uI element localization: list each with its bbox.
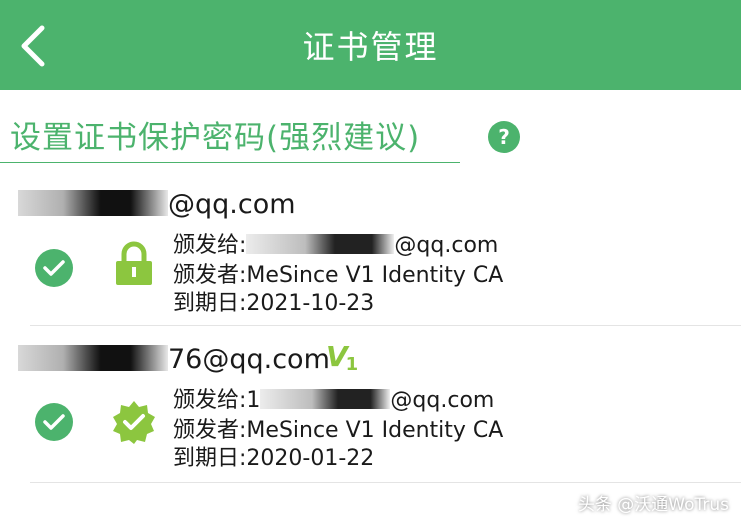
certificate-item[interactable]: 76@qq.com V1 颁发给:1 @qq.com 颁发者:MeSince V1… — [0, 330, 741, 482]
cert-expiry: 到期日:2021-10-23 — [173, 291, 375, 316]
lock-icon — [116, 241, 152, 285]
verified-badge-icon — [113, 401, 155, 444]
redacted-text — [18, 345, 168, 371]
cert-issued-to: 颁发给: @qq.com — [173, 233, 499, 258]
watermark: 头条 @沃通WoTrus — [577, 495, 729, 515]
divider — [30, 325, 741, 326]
redacted-text — [246, 234, 395, 254]
redacted-text — [18, 190, 168, 216]
help-icon[interactable]: ? — [488, 121, 520, 153]
divider — [30, 482, 741, 483]
cert-issued-to: 颁发给:1 @qq.com — [173, 388, 495, 413]
cert-email: 76@qq.com — [18, 344, 330, 375]
redacted-text — [260, 389, 391, 409]
set-password-label: 设置证书保护密码(强烈建议) — [10, 119, 421, 156]
set-password-row[interactable]: 设置证书保护密码(强烈建议) — [0, 106, 460, 163]
cert-email: @qq.com — [18, 189, 296, 220]
check-circle-icon[interactable] — [35, 249, 73, 287]
v1-logo: V1 — [326, 340, 358, 375]
certificate-item[interactable]: @qq.com 颁发给: @qq.com 颁发者:MeSince V1 Ident… — [0, 175, 741, 327]
cert-expiry: 到期日:2020-01-22 — [173, 446, 375, 471]
page-title: 证书管理 — [302, 28, 439, 66]
check-circle-icon[interactable] — [35, 403, 73, 441]
app-header: 证书管理 — [0, 0, 741, 90]
